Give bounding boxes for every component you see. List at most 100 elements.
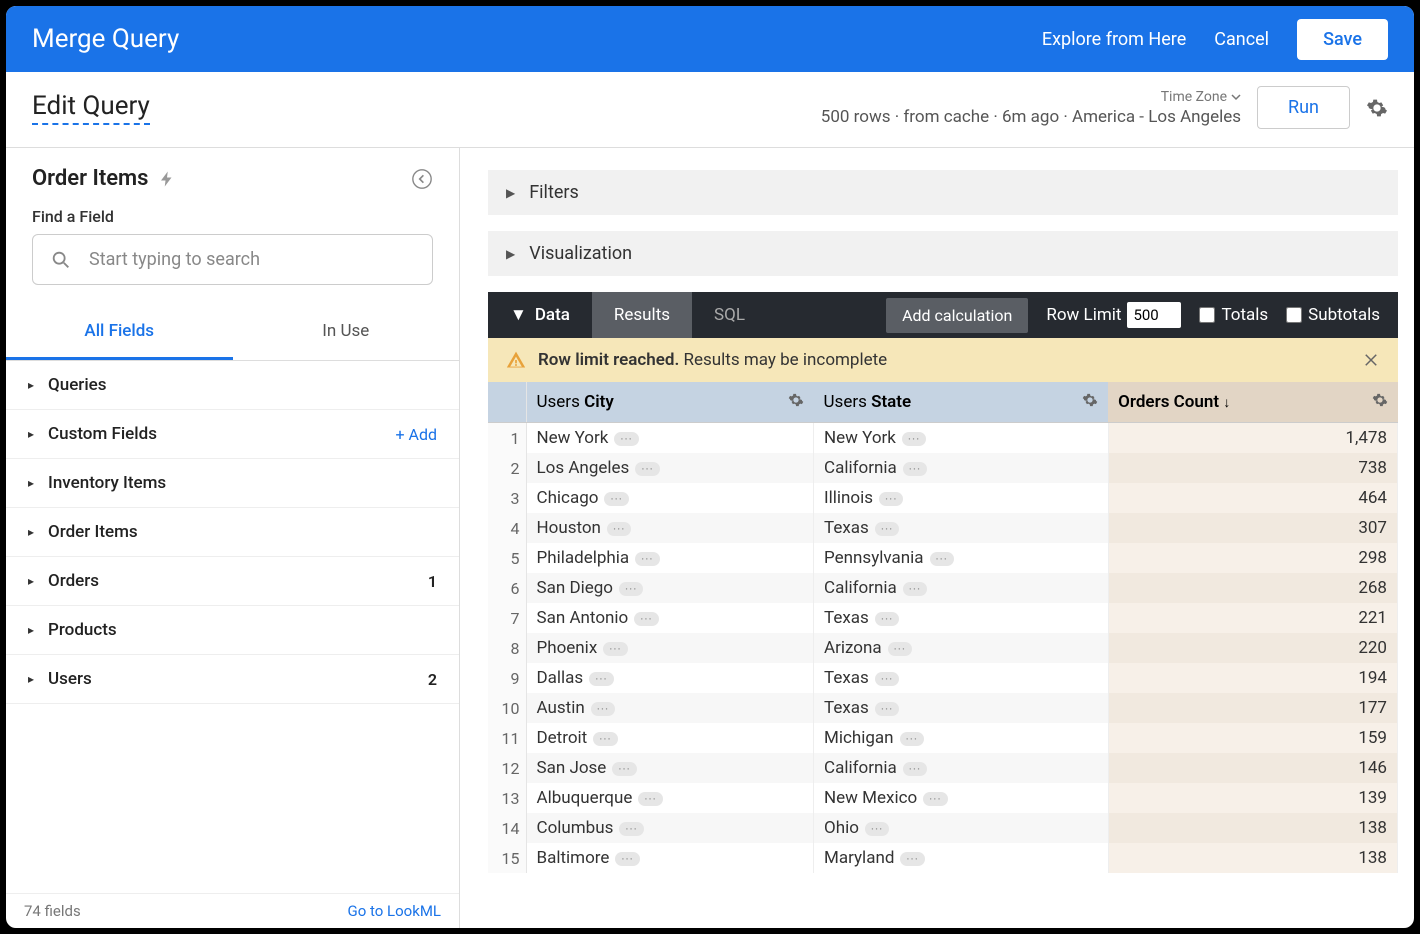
cell-city[interactable]: San Antonio··· xyxy=(526,603,814,633)
column-header-count[interactable]: Orders Count ↓ xyxy=(1108,382,1397,423)
cell-city[interactable]: Dallas··· xyxy=(526,663,814,693)
cell-city[interactable]: Chicago··· xyxy=(526,483,814,513)
cell-state[interactable]: Texas··· xyxy=(814,603,1109,633)
go-to-lookml-link[interactable]: Go to LookML xyxy=(348,902,442,920)
data-tab[interactable]: ▼ Data xyxy=(488,292,592,338)
cell-state[interactable]: New Mexico··· xyxy=(814,783,1109,813)
save-button[interactable]: Save xyxy=(1297,19,1388,60)
cell-count[interactable]: 139 xyxy=(1108,783,1397,813)
more-icon[interactable]: ··· xyxy=(888,642,912,656)
column-header-city[interactable]: Users City xyxy=(526,382,814,423)
more-icon[interactable]: ··· xyxy=(865,822,889,836)
more-icon[interactable]: ··· xyxy=(930,552,954,566)
more-icon[interactable]: ··· xyxy=(903,462,927,476)
more-icon[interactable]: ··· xyxy=(635,462,659,476)
cell-state[interactable]: California··· xyxy=(814,753,1109,783)
cell-city[interactable]: Houston··· xyxy=(526,513,814,543)
more-icon[interactable]: ··· xyxy=(635,552,659,566)
more-icon[interactable]: ··· xyxy=(903,762,927,776)
cell-state[interactable]: Michigan··· xyxy=(814,723,1109,753)
dismiss-warning-button[interactable] xyxy=(1362,351,1380,369)
results-tab[interactable]: Results xyxy=(592,292,692,338)
more-icon[interactable]: ··· xyxy=(614,432,638,446)
cell-count[interactable]: 159 xyxy=(1108,723,1397,753)
more-icon[interactable]: ··· xyxy=(875,522,899,536)
cell-count[interactable]: 138 xyxy=(1108,813,1397,843)
row-limit-input[interactable] xyxy=(1127,302,1181,328)
field-group-inventory-items[interactable]: ▸Inventory Items xyxy=(6,459,459,508)
more-icon[interactable]: ··· xyxy=(593,732,617,746)
cell-count[interactable]: 307 xyxy=(1108,513,1397,543)
settings-gear-button[interactable] xyxy=(1366,97,1388,119)
cell-city[interactable]: Philadelphia··· xyxy=(526,543,814,573)
explore-from-here-link[interactable]: Explore from Here xyxy=(1042,29,1186,50)
totals-checkbox-input[interactable] xyxy=(1199,307,1215,323)
field-group-products[interactable]: ▸Products xyxy=(6,606,459,655)
more-icon[interactable]: ··· xyxy=(607,522,631,536)
more-icon[interactable]: ··· xyxy=(900,852,924,866)
more-icon[interactable]: ··· xyxy=(619,582,643,596)
more-icon[interactable]: ··· xyxy=(619,822,643,836)
more-icon[interactable]: ··· xyxy=(879,492,903,506)
more-icon[interactable]: ··· xyxy=(591,702,615,716)
more-icon[interactable]: ··· xyxy=(603,642,627,656)
search-input[interactable] xyxy=(32,234,433,285)
more-icon[interactable]: ··· xyxy=(615,852,639,866)
tab-in-use[interactable]: In Use xyxy=(233,305,460,360)
cell-state[interactable]: Texas··· xyxy=(814,693,1109,723)
field-group-order-items[interactable]: ▸Order Items xyxy=(6,508,459,557)
collapse-sidebar-button[interactable] xyxy=(411,168,433,190)
cell-count[interactable]: 738 xyxy=(1108,453,1397,483)
add-custom-field-link[interactable]: + Add xyxy=(395,425,437,444)
field-group-queries[interactable]: ▸Queries xyxy=(6,361,459,410)
subtotals-checkbox[interactable]: Subtotals xyxy=(1286,305,1380,325)
cell-city[interactable]: San Diego··· xyxy=(526,573,814,603)
visualization-section-toggle[interactable]: ▶ Visualization xyxy=(488,231,1398,276)
cell-city[interactable]: Columbus··· xyxy=(526,813,814,843)
run-button[interactable]: Run xyxy=(1257,86,1350,129)
more-icon[interactable]: ··· xyxy=(900,732,924,746)
more-icon[interactable]: ··· xyxy=(875,702,899,716)
tab-all-fields[interactable]: All Fields xyxy=(6,305,233,360)
add-calculation-button[interactable]: Add calculation xyxy=(886,298,1028,333)
cell-state[interactable]: New York··· xyxy=(814,423,1109,454)
sql-tab[interactable]: SQL xyxy=(692,292,767,338)
column-gear-state[interactable] xyxy=(1082,392,1098,408)
cell-state[interactable]: Illinois··· xyxy=(814,483,1109,513)
more-icon[interactable]: ··· xyxy=(638,792,662,806)
more-icon[interactable]: ··· xyxy=(634,612,658,626)
column-gear-count[interactable] xyxy=(1372,392,1388,408)
more-icon[interactable]: ··· xyxy=(612,762,636,776)
cell-state[interactable]: Texas··· xyxy=(814,513,1109,543)
cell-state[interactable]: Texas··· xyxy=(814,663,1109,693)
cell-city[interactable]: Baltimore··· xyxy=(526,843,814,873)
cell-city[interactable]: Los Angeles··· xyxy=(526,453,814,483)
field-group-orders[interactable]: ▸Orders1 xyxy=(6,557,459,606)
cell-state[interactable]: California··· xyxy=(814,573,1109,603)
cell-state[interactable]: Ohio··· xyxy=(814,813,1109,843)
cell-state[interactable]: California··· xyxy=(814,453,1109,483)
cell-city[interactable]: Phoenix··· xyxy=(526,633,814,663)
column-gear-city[interactable] xyxy=(788,392,804,408)
cell-count[interactable]: 194 xyxy=(1108,663,1397,693)
cell-city[interactable]: Austin··· xyxy=(526,693,814,723)
cell-count[interactable]: 464 xyxy=(1108,483,1397,513)
cell-city[interactable]: New York··· xyxy=(526,423,814,454)
column-header-state[interactable]: Users State xyxy=(814,382,1109,423)
cell-count[interactable]: 177 xyxy=(1108,693,1397,723)
subtotals-checkbox-input[interactable] xyxy=(1286,307,1302,323)
cell-state[interactable]: Arizona··· xyxy=(814,633,1109,663)
cell-count[interactable]: 298 xyxy=(1108,543,1397,573)
totals-checkbox[interactable]: Totals xyxy=(1199,305,1268,325)
cell-city[interactable]: San Jose··· xyxy=(526,753,814,783)
filters-section-toggle[interactable]: ▶ Filters xyxy=(488,170,1398,215)
cell-count[interactable]: 220 xyxy=(1108,633,1397,663)
more-icon[interactable]: ··· xyxy=(604,492,628,506)
timezone-selector[interactable]: Time Zone xyxy=(1161,89,1241,105)
cancel-link[interactable]: Cancel xyxy=(1214,29,1269,50)
field-group-users[interactable]: ▸Users2 xyxy=(6,655,459,704)
cell-count[interactable]: 268 xyxy=(1108,573,1397,603)
more-icon[interactable]: ··· xyxy=(875,612,899,626)
field-group-custom-fields[interactable]: ▸Custom Fields+ Add xyxy=(6,410,459,459)
cell-count[interactable]: 1,478 xyxy=(1108,423,1397,454)
